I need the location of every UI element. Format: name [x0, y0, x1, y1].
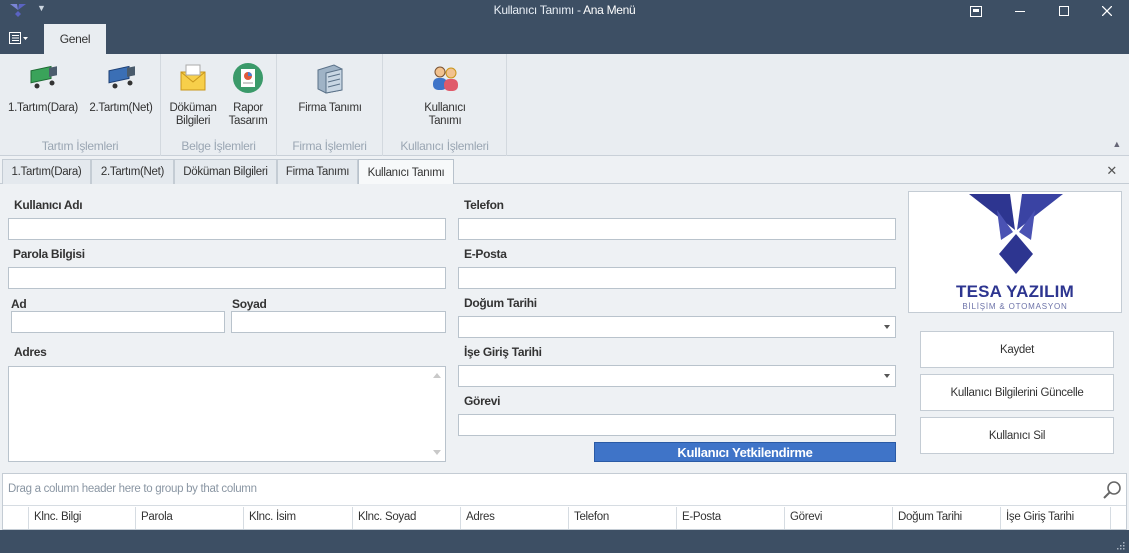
email-input[interactable]: [458, 267, 896, 289]
password-label: Parola Bilgisi: [13, 247, 85, 261]
envelope-icon: [180, 64, 206, 91]
ribbon-tab-row: Genel: [0, 22, 1129, 54]
doc-tab-kullanici[interactable]: Kullanıcı Tanımı: [358, 159, 454, 185]
maximize-button[interactable]: [1042, 0, 1086, 22]
surname-input[interactable]: [231, 311, 446, 333]
hire-date-picker[interactable]: [458, 365, 896, 387]
doc-tab-tartim-net[interactable]: 2.Tartım(Net): [91, 159, 174, 184]
address-scrollbar[interactable]: [429, 367, 445, 461]
update-user-button[interactable]: Kullanıcı Bilgilerini Güncelle: [920, 374, 1114, 411]
restore-layout-button[interactable]: [954, 0, 998, 22]
rapor-tasarim-button[interactable]: Rapor Tasarım: [221, 60, 275, 128]
surname-label: Soyad: [232, 297, 267, 311]
position-input[interactable]: [458, 414, 896, 436]
tartim-net-button[interactable]: 2.Tartım(Net): [84, 60, 158, 115]
maximize-icon: [1059, 6, 1069, 16]
users-icon: [433, 66, 458, 91]
minimize-icon: [1015, 11, 1025, 12]
ribbon-group-label: Kullanıcı İşlemleri: [400, 139, 489, 153]
ribbon-group-label: Tartım İşlemleri: [41, 139, 119, 153]
report-design-icon: [233, 63, 263, 93]
window-layout-icon: [970, 5, 982, 17]
delete-user-button[interactable]: Kullanıcı Sil: [920, 417, 1114, 454]
column-header[interactable]: Görevi: [785, 507, 893, 529]
ribbon-tab-genel[interactable]: Genel: [44, 24, 106, 54]
ribbon-group-kullanici: Kullanıcı Tanımı Kullanıcı İşlemleri: [383, 54, 507, 156]
ribbon-group-label: Firma İşlemleri: [292, 139, 367, 153]
rapor-tasarim-label: Rapor Tasarım: [228, 102, 268, 127]
minimize-button[interactable]: [998, 0, 1042, 22]
column-header[interactable]: Klnc. Bilgi: [29, 507, 136, 529]
column-header[interactable]: Doğum Tarihi: [893, 507, 1001, 529]
column-header[interactable]: Klnc. İsim: [244, 507, 353, 529]
name-label: Ad: [11, 297, 27, 311]
resize-grip-icon[interactable]: [1115, 540, 1125, 550]
ribbon-group-firma: Firma Tanımı Firma İşlemleri: [277, 54, 383, 156]
ribbon-group-label: Belge İşlemleri: [181, 139, 256, 153]
logo-tagline: BİLİŞİM & OTOMASYON: [962, 302, 1068, 311]
column-header[interactable]: E-Posta: [677, 507, 785, 529]
tartim-dara-label: 1.Tartım(Dara): [8, 102, 78, 114]
birthdate-label: Doğum Tarihi: [464, 296, 537, 310]
scroll-up-icon[interactable]: [433, 373, 441, 378]
logo-brand-text: TESA YAZILIM: [956, 282, 1074, 301]
close-tab-icon[interactable]: ✕: [1106, 163, 1117, 179]
doc-tab-firma[interactable]: Firma Tanımı: [277, 159, 358, 184]
kullanici-tanimi-label: Kullanıcı Tanımı: [424, 102, 466, 127]
ribbon: 1.Tartım(Dara) 2.Tartım(Net) Tartım İşle…: [0, 54, 1129, 156]
doc-tab-tartim-dara[interactable]: 1.Tartım(Dara): [2, 159, 91, 184]
document-tabs: 1.Tartım(Dara) 2.Tartım(Net) Döküman Bil…: [0, 157, 1129, 185]
tesa-logo-icon: [969, 194, 1063, 274]
phone-label: Telefon: [464, 198, 504, 212]
doc-tab-dokuman[interactable]: Döküman Bilgileri: [174, 159, 277, 184]
dokuman-bilgileri-label: Döküman Bilgileri: [169, 102, 217, 127]
collapse-ribbon-icon[interactable]: ▲: [1112, 139, 1121, 149]
column-header[interactable]: Klnc. Soyad: [353, 507, 461, 529]
row-indicator-header: [3, 507, 29, 529]
scroll-down-icon[interactable]: [433, 450, 441, 455]
close-button[interactable]: [1085, 0, 1129, 22]
close-icon: [1102, 6, 1112, 16]
column-header[interactable]: Adres: [461, 507, 569, 529]
firma-tanimi-button[interactable]: Firma Tanımı: [295, 60, 365, 115]
chevron-down-icon[interactable]: [884, 374, 890, 378]
dokuman-bilgileri-button[interactable]: Döküman Bilgileri: [165, 60, 221, 128]
birthdate-picker[interactable]: [458, 316, 896, 338]
chevron-down-icon[interactable]: [884, 325, 890, 329]
column-header[interactable]: İşe Giriş Tarihi: [1001, 507, 1111, 529]
ribbon-group-tartim: 1.Tartım(Dara) 2.Tartım(Net) Tartım İşle…: [0, 54, 161, 156]
column-header[interactable]: Telefon: [569, 507, 677, 529]
address-label: Adres: [14, 345, 47, 359]
user-form: Kullanıcı Adı Parola Bilgisi Ad Soyad Ad…: [0, 184, 1129, 472]
search-icon[interactable]: [1102, 480, 1122, 500]
users-grid: Drag a column header here to group by th…: [2, 473, 1127, 530]
building-icon: [317, 64, 343, 94]
phone-input[interactable]: [458, 218, 896, 240]
save-button[interactable]: Kaydet: [920, 331, 1114, 368]
email-label: E-Posta: [464, 247, 507, 261]
column-header[interactable]: Parola: [136, 507, 244, 529]
firma-tanimi-label: Firma Tanımı: [298, 102, 362, 114]
authorize-user-button[interactable]: Kullanıcı Yetkilendirme: [594, 442, 896, 462]
truck-blue-icon: [108, 65, 135, 89]
username-label: Kullanıcı Adı: [14, 198, 83, 212]
tartim-net-label: 2.Tartım(Net): [89, 102, 153, 114]
menu-icon: [9, 32, 28, 44]
status-bar: [0, 530, 1129, 553]
hire-date-label: İşe Giriş Tarihi: [464, 345, 542, 359]
group-panel[interactable]: Drag a column header here to group by th…: [3, 474, 1126, 506]
tartim-dara-button[interactable]: 1.Tartım(Dara): [6, 60, 80, 115]
ribbon-group-belge: Döküman Bilgileri Rapor Tasarım Belge İş…: [161, 54, 277, 156]
username-input[interactable]: [8, 218, 446, 240]
application-menu-button[interactable]: [4, 28, 34, 48]
position-label: Görevi: [464, 394, 501, 408]
name-input[interactable]: [11, 311, 225, 333]
password-input[interactable]: [8, 267, 446, 289]
title-bar: ▼ Kullanıcı Tanımı - Ana Menü: [0, 0, 1129, 22]
kullanici-tanimi-button[interactable]: Kullanıcı Tanımı: [410, 60, 480, 128]
truck-green-icon: [30, 65, 57, 89]
address-textarea[interactable]: [8, 366, 446, 462]
company-logo: TESA YAZILIM BİLİŞİM & OTOMASYON: [908, 191, 1122, 313]
